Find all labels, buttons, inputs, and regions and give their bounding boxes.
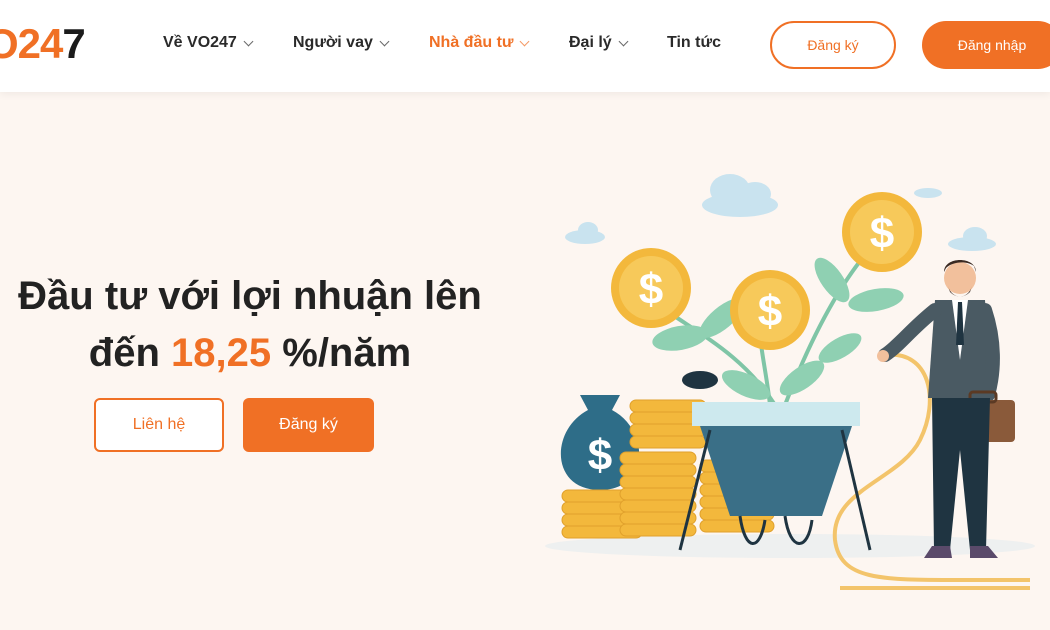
nav-item-label: Tin tức: [667, 34, 721, 51]
nav-item-agent[interactable]: Đại lý: [569, 34, 629, 52]
hero-register-button[interactable]: Đăng ký: [243, 398, 374, 452]
nav-item-label: Người vay: [293, 34, 373, 51]
top-header: O247 Về VO247 Người vay Nhà đầu tư Đại l…: [0, 0, 1050, 92]
hero-title-line2: đến 18,25 %/năm: [88, 331, 412, 375]
nav-item-investor[interactable]: Nhà đầu tư: [429, 34, 530, 52]
chevron-down-icon: [379, 36, 390, 46]
nav-item-label: Nhà đầu tư: [429, 34, 514, 51]
investor-illustration: $ $ $ $: [545, 174, 1035, 590]
nav-item-label: Đại lý: [569, 34, 612, 51]
interest-rate: 18,25: [171, 331, 272, 375]
businessman-icon: [877, 260, 1015, 558]
site-logo[interactable]: O247: [0, 18, 86, 70]
cloud-icon: [565, 174, 996, 251]
nav-item-news[interactable]: Tin tức: [667, 34, 721, 52]
contact-button[interactable]: Liên hệ: [94, 398, 224, 452]
svg-text:$: $: [758, 287, 782, 336]
dollar-coin-icon: $ $ $: [611, 192, 922, 350]
hero-title: Đầu tư với lợi nhuận lên đến 18,25 %/năm: [0, 268, 510, 382]
svg-text:$: $: [870, 209, 894, 258]
nav-item-borrower[interactable]: Người vay: [293, 34, 390, 52]
chevron-down-icon: [243, 36, 254, 46]
login-button[interactable]: Đăng nhập: [922, 21, 1050, 69]
svg-text:$: $: [639, 265, 663, 314]
nav-item-about[interactable]: Về VO247: [163, 34, 254, 52]
chevron-down-icon: [520, 36, 530, 46]
register-button[interactable]: Đăng ký: [770, 21, 896, 69]
hero-title-line1: Đầu tư với lợi nhuận lên: [18, 274, 482, 318]
svg-text:$: $: [588, 431, 612, 480]
chevron-down-icon: [618, 36, 629, 46]
nav-item-label: Về VO247: [163, 34, 237, 51]
